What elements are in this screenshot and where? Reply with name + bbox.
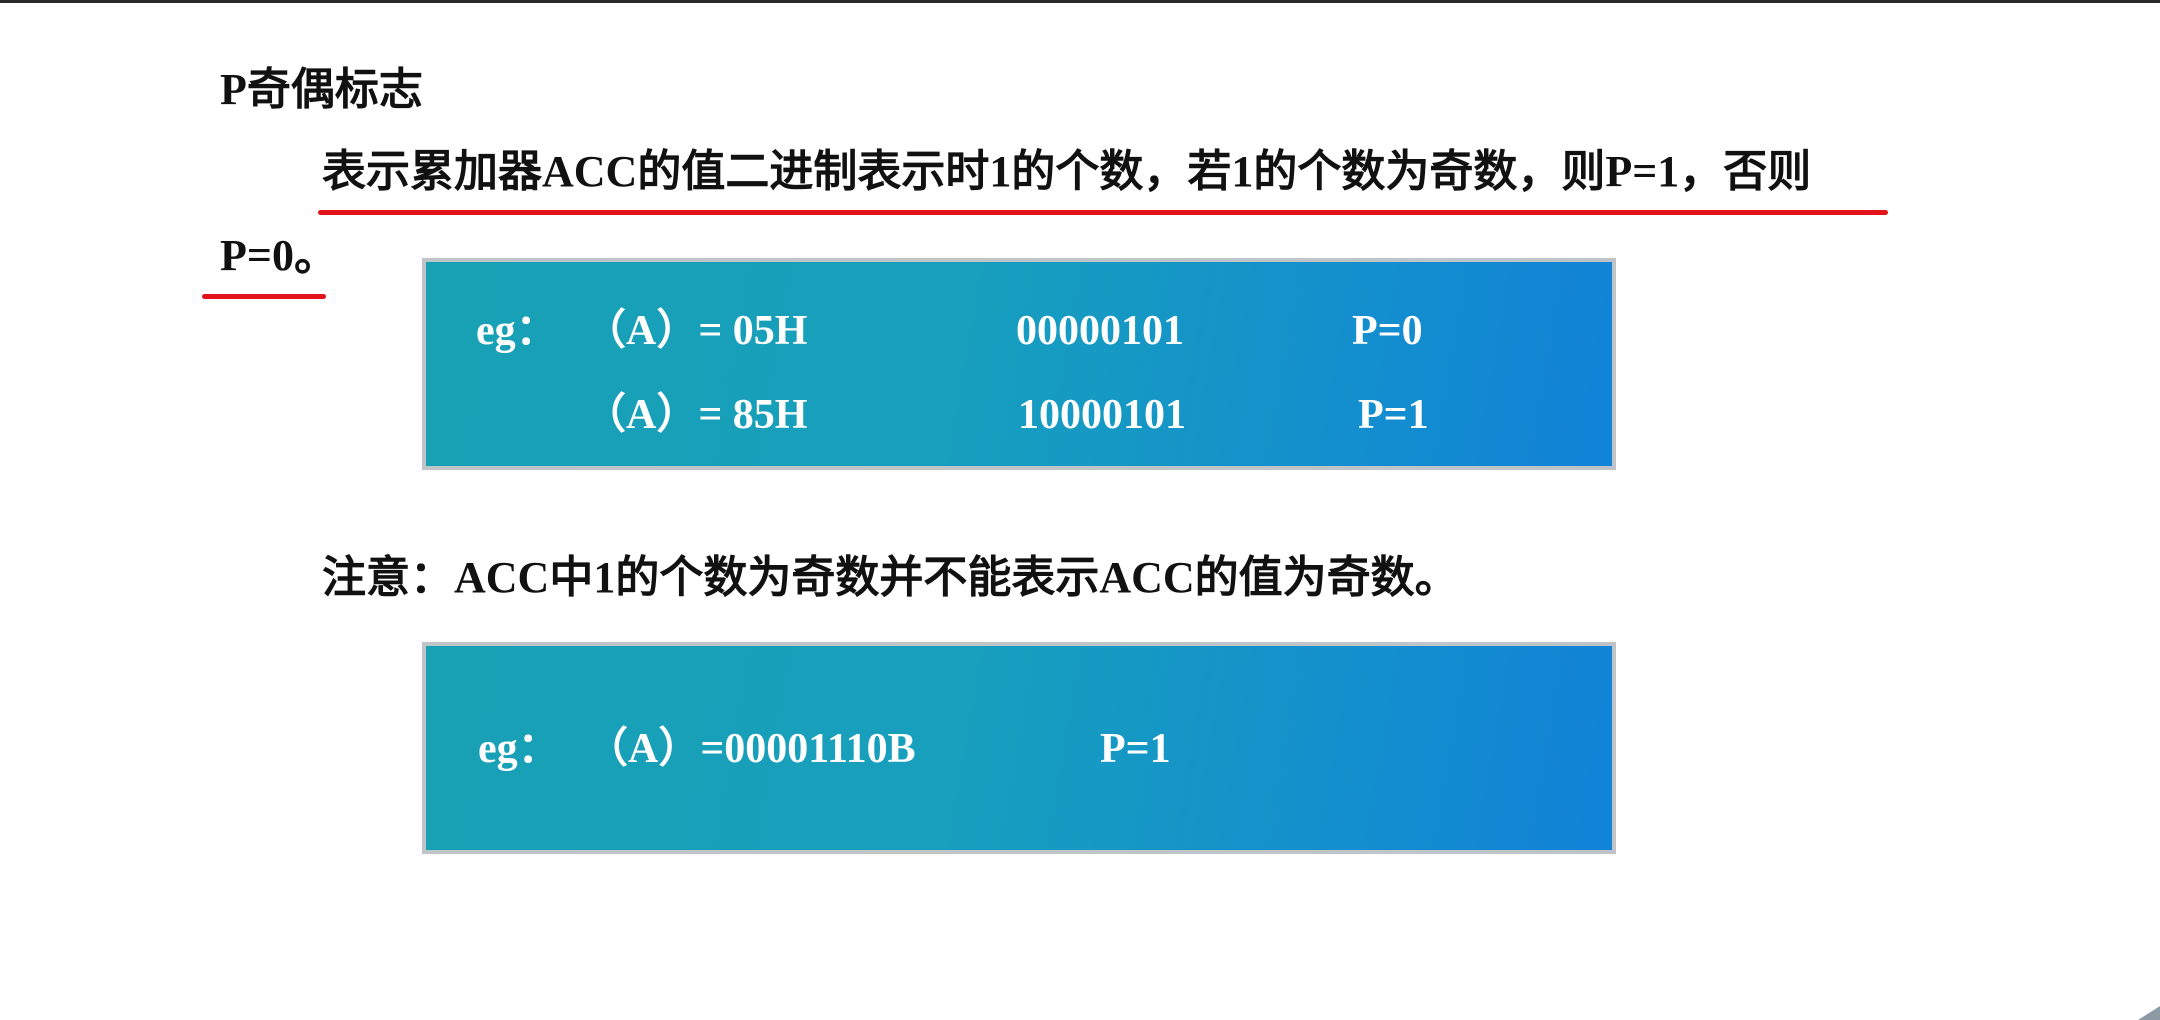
example-parity: P=1 [1358, 392, 1429, 438]
example-box-1: eg： （A）= 05H 00000101 P=0 （A）= 85H 10000… [422, 258, 1616, 470]
example-parity: P=0 [1352, 308, 1423, 354]
example-parity: P=1 [1100, 726, 1171, 772]
example-binary: 00000101 [1016, 308, 1184, 354]
red-underline-2 [202, 294, 326, 299]
definition-line-1: 表示累加器ACC的值二进制表示时1的个数，若1的个数为奇数，则P=1，否则 [322, 147, 1812, 196]
example-expression: （A）=00001110B [586, 726, 916, 772]
red-underline-1 [318, 210, 1888, 215]
top-border [0, 0, 2160, 3]
example-box-2: eg： （A）=00001110B P=1 [422, 642, 1616, 854]
example-expression: （A）= 05H [584, 308, 808, 354]
section-heading: P奇偶标志 [220, 65, 423, 114]
note-text: 注意：ACC中1的个数为奇数并不能表示ACC的值为奇数。 [322, 553, 1459, 602]
example-label: eg： [478, 726, 560, 772]
example-expression: （A）= 85H [584, 392, 808, 438]
example-binary: 10000101 [1018, 392, 1186, 438]
example-label: eg： [476, 308, 558, 354]
definition-line-2: P=0。 [220, 231, 338, 280]
corner-mark [2138, 1006, 2160, 1020]
